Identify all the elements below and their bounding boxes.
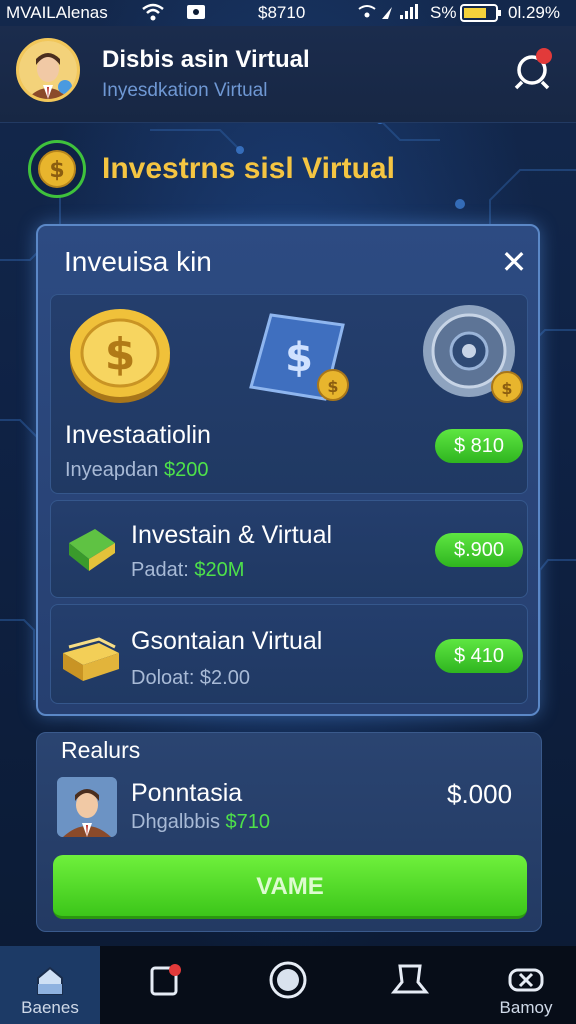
nav-item-home[interactable]: Baenes [0, 946, 100, 1024]
svg-text:$: $ [501, 379, 512, 398]
safe-dial-icon: $ [421, 303, 525, 412]
notification-icon [146, 960, 186, 1000]
profile-icon [390, 960, 430, 1000]
svg-text:$: $ [285, 335, 313, 381]
nav-label-games: Bamoy [499, 998, 553, 1017]
status-bar: MVAILAlenas $8710 S% 0l.29% [0, 0, 576, 26]
card-1-title: Investaatiolin [65, 421, 211, 449]
screenshot-icon [186, 3, 206, 26]
card-2-price-button[interactable]: $.900 [435, 533, 523, 567]
home-icon [30, 960, 70, 1000]
primary-action-button[interactable]: VAME [53, 855, 527, 919]
close-icon[interactable]: ✕ [498, 246, 530, 278]
nav-label-home: Baenes [21, 998, 79, 1017]
search-bell-icon[interactable] [510, 44, 558, 92]
gold-bars-icon [59, 625, 123, 690]
coin-icon: $ [28, 140, 86, 198]
svg-text:$: $ [105, 329, 136, 380]
investment-card-2[interactable]: Investain & Virtual Padat: $20M $.900 [50, 500, 528, 598]
bottom-navigation: Baenes Bamoy [0, 946, 576, 1024]
person-sub: Dhgalbbis $710 [131, 811, 270, 834]
battery-icon [460, 3, 502, 28]
nav-item-notifications[interactable] [116, 946, 216, 1024]
investment-modal: Inveuisa kin ✕ $ $ $ $ Investaatiolin In… [36, 224, 540, 716]
nav-item-games[interactable]: Bamoy [476, 946, 576, 1024]
section-title: Investrns sisl Virtual [102, 152, 395, 185]
nav-item-profile[interactable] [360, 946, 460, 1024]
nav-item-record[interactable] [238, 946, 338, 1024]
realtors-panel: Realurs Ponntasia Dhgalbbis $710 $.000 V… [36, 732, 542, 932]
green-cash-icon [65, 521, 121, 580]
card-2-sub-label: Padat: [131, 559, 189, 581]
card-1-sub: Inyeapdan $200 [65, 459, 208, 482]
svg-text:$: $ [49, 158, 64, 183]
person-avatar[interactable] [57, 777, 117, 837]
blue-card-coin-icon: $ $ [243, 307, 353, 412]
app-header: Disbis asin Virtual Inyesdkation Virtual [0, 26, 576, 123]
gamepad-icon [506, 960, 546, 1000]
card-2-title: Investain & Virtual [131, 521, 333, 549]
status-center-text: $8710 [258, 3, 306, 22]
person-amount: $.000 [447, 779, 513, 809]
card-3-sub: Doloat: $2.00 [131, 667, 250, 690]
battery-percent: S% [430, 3, 457, 22]
gold-coin-icon: $ [65, 303, 175, 408]
card-2-sub-amount: $20M [194, 559, 245, 581]
status-time: 0l.29% [508, 3, 560, 22]
carrier-label: MVAILAlenas [6, 3, 108, 22]
card-1-sub-label: Inyeapdan [65, 459, 159, 481]
card-3-title: Gsontaian Virtual [131, 627, 323, 655]
signal-icons [358, 3, 422, 26]
person-sub-label: Dhgalbbis [131, 811, 220, 833]
person-name: Ponntasia [131, 779, 243, 807]
investment-card-3[interactable]: Gsontaian Virtual Doloat: $2.00 $ 410 [50, 604, 528, 704]
card-3-sub-label: Doloat: $2.00 [131, 667, 250, 689]
header-subtitle: Inyesdkation Virtual [102, 80, 268, 101]
svg-text:$: $ [327, 377, 338, 396]
investment-card-1[interactable]: $ $ $ $ Investaatiolin Inyeapdan $200 $ … [50, 294, 528, 494]
header-title: Disbis asin Virtual [102, 46, 310, 73]
card-2-sub: Padat: $20M [131, 559, 244, 582]
user-avatar[interactable] [16, 38, 80, 102]
person-sub-amount: $710 [225, 811, 271, 833]
section-header: $ Investrns sisl Virtual [28, 140, 548, 202]
modal-title: Inveuisa kin [64, 246, 212, 277]
realtors-title: Realurs [61, 737, 141, 763]
wifi-icon [142, 3, 164, 26]
record-icon [268, 960, 308, 1000]
card-1-price-button[interactable]: $ 810 [435, 429, 523, 463]
card-1-sub-amount: $200 [163, 459, 209, 481]
card-3-price-button[interactable]: $ 410 [435, 639, 523, 673]
